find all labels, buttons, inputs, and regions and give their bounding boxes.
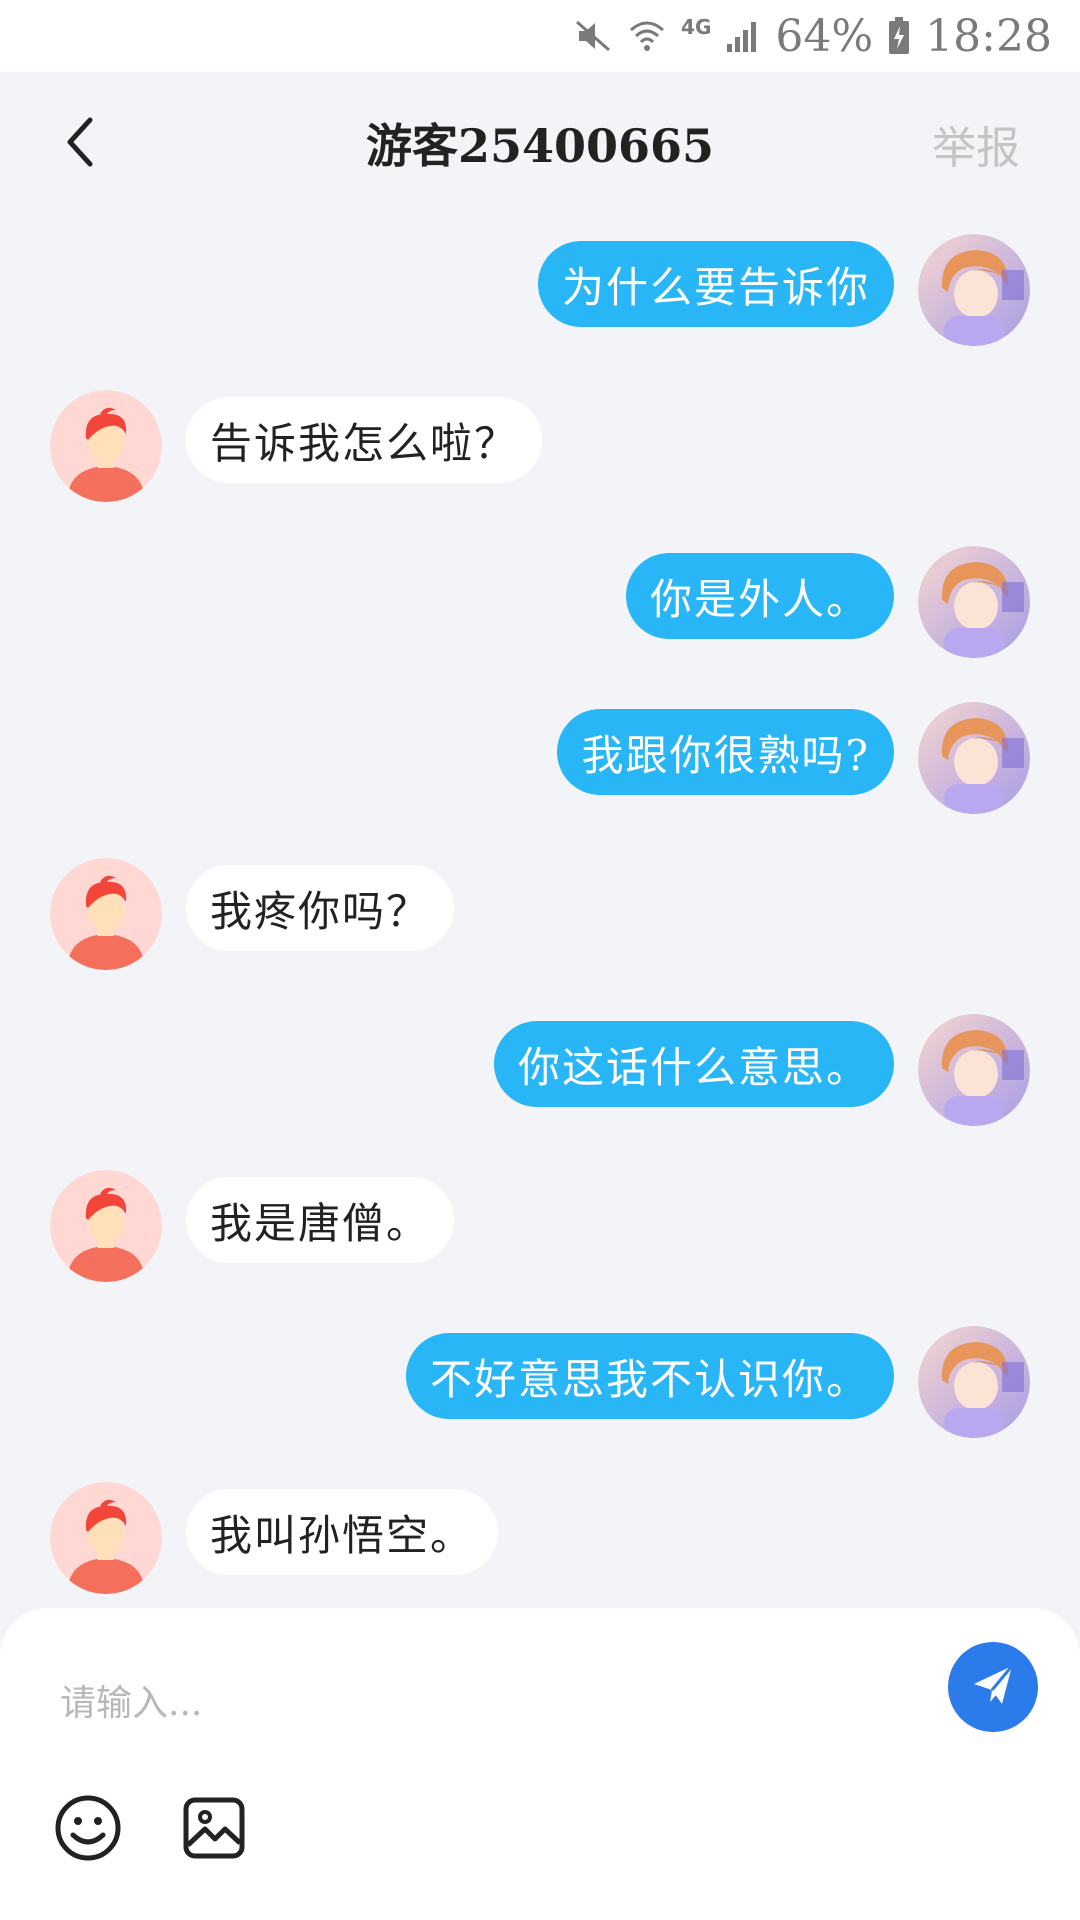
- battery-percent: 64%: [775, 10, 874, 62]
- battery-icon: [887, 16, 911, 56]
- message-row-sent: 你这话什么意思。: [0, 1006, 1080, 1126]
- page-title: 游客25400665: [365, 119, 715, 173]
- composer: [0, 1608, 1080, 1920]
- contact-avatar[interactable]: [50, 390, 162, 502]
- chat-header: 游客25400665 举报: [0, 72, 1080, 216]
- wifi-icon: [627, 16, 667, 56]
- emoji-button[interactable]: [52, 1794, 124, 1866]
- sent-message-bubble[interactable]: 你这话什么意思。: [493, 1021, 894, 1107]
- sent-message-bubble[interactable]: 我跟你很熟吗?: [557, 709, 894, 795]
- status-bar: 4G 64% 18:28: [0, 0, 1080, 72]
- received-message-bubble[interactable]: 我是唐僧。: [186, 1177, 455, 1263]
- image-button[interactable]: [178, 1794, 250, 1866]
- contact-avatar[interactable]: [50, 1170, 162, 1282]
- clock: 18:28: [925, 10, 1052, 62]
- paper-plane-icon: [968, 1660, 1018, 1714]
- self-avatar[interactable]: [918, 1014, 1030, 1126]
- message-list[interactable]: 为什么要告诉你 告诉我怎么啦？ 你是外人。 我跟你很熟吗? 我疼你吗？ 你这话什…: [0, 216, 1080, 1606]
- message-row-sent: 不好意思我不认识你。: [0, 1318, 1080, 1438]
- self-avatar[interactable]: [918, 1326, 1030, 1438]
- message-row-received: 告诉我怎么啦？: [0, 382, 1080, 502]
- message-row-received: 我叫孙悟空。: [0, 1474, 1080, 1594]
- network-type: 4G: [681, 15, 712, 39]
- self-avatar[interactable]: [918, 234, 1030, 346]
- sent-message-bubble[interactable]: 为什么要告诉你: [537, 241, 894, 327]
- self-avatar[interactable]: [918, 702, 1030, 814]
- report-button[interactable]: 举报: [932, 112, 1020, 176]
- contact-avatar[interactable]: [50, 1482, 162, 1594]
- signal-icon: [725, 18, 761, 54]
- message-input[interactable]: [60, 1658, 860, 1748]
- received-message-bubble[interactable]: 告诉我怎么啦？: [186, 397, 543, 483]
- sent-message-bubble[interactable]: 你是外人。: [625, 553, 894, 639]
- message-row-sent: 为什么要告诉你: [0, 226, 1080, 346]
- sent-message-bubble[interactable]: 不好意思我不认识你。: [405, 1333, 894, 1419]
- contact-avatar[interactable]: [50, 858, 162, 970]
- mute-icon: [573, 16, 613, 56]
- self-avatar[interactable]: [918, 546, 1030, 658]
- send-button[interactable]: [948, 1642, 1038, 1732]
- received-message-bubble[interactable]: 我疼你吗？: [186, 865, 455, 951]
- message-row-sent: 你是外人。: [0, 538, 1080, 658]
- smiley-icon: [53, 1793, 123, 1867]
- received-message-bubble[interactable]: 我叫孙悟空。: [186, 1489, 499, 1575]
- message-row-received: 我疼你吗？: [0, 850, 1080, 970]
- image-icon: [181, 1795, 247, 1865]
- message-row-received: 我是唐僧。: [0, 1162, 1080, 1282]
- message-row-sent: 我跟你很熟吗?: [0, 694, 1080, 814]
